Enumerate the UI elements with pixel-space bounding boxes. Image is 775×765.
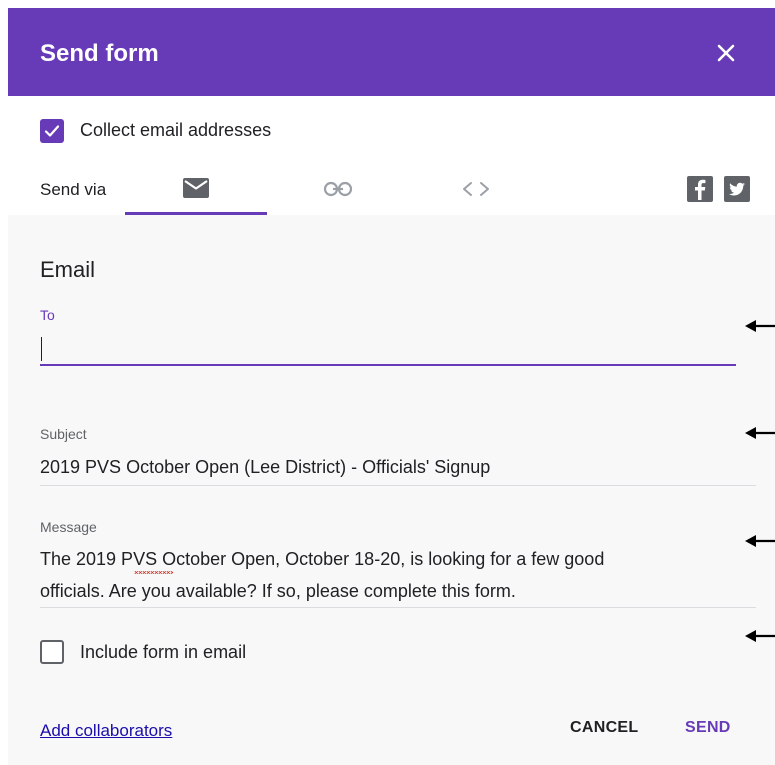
subject-field-label: Subject [40,426,87,442]
collect-email-label: Collect email addresses [80,120,272,140]
dialog-header: Send form [8,8,775,96]
twitter-share-button[interactable] [724,176,750,202]
subject-input-underline [40,485,756,486]
annotation-arrow-icon [745,427,775,439]
include-form-row[interactable]: Include form in email [40,638,340,668]
annotation-arrow-icon [745,630,775,642]
email-panel: Email To Subject 2019 PVS October Open (… [8,215,775,765]
subject-input[interactable]: 2019 PVS October Open (Lee District) - O… [40,451,756,483]
checkmark-icon [44,125,60,137]
text-cursor [41,337,42,361]
facebook-share-button[interactable] [687,176,713,202]
send-form-dialog: Send form Collect email addresses Send v… [8,8,775,765]
spellcheck-underline [134,571,173,574]
subject-input-value: 2019 PVS October Open (Lee District) - O… [40,457,491,477]
close-icon[interactable] [710,37,742,69]
annotation-arrow-icon [745,320,775,332]
email-section-title: Email [40,257,96,282]
include-form-checkbox[interactable] [40,640,64,664]
link-icon [323,181,353,197]
message-line-2: officials. Are you available? If so, ple… [40,581,516,601]
facebook-icon [695,179,706,200]
email-icon [183,178,209,198]
to-input-underline [40,364,736,366]
message-field-label: Message [40,519,97,535]
add-collaborators-link[interactable]: Add collaborators [40,721,172,741]
tab-embed[interactable] [411,170,553,216]
include-form-label: Include form in email [80,642,247,662]
annotation-arrow-icon [745,535,775,547]
collect-email-checkbox[interactable] [40,119,64,143]
cancel-button[interactable]: CANCEL [570,719,638,737]
message-line-1: The 2019 PVS October Open, October 18-20… [40,549,605,569]
tab-link[interactable] [268,170,410,216]
message-textarea-underline [40,607,756,608]
twitter-icon [729,182,745,196]
message-textarea[interactable]: The 2019 PVS October Open, October 18-20… [40,543,756,607]
embed-icon [463,182,489,196]
to-input[interactable] [40,327,736,365]
to-field-label: To [40,307,55,323]
dialog-title: Send form [40,40,159,67]
send-button[interactable]: SEND [685,719,731,737]
send-via-label: Send via [40,180,107,199]
tab-email[interactable] [125,170,267,216]
